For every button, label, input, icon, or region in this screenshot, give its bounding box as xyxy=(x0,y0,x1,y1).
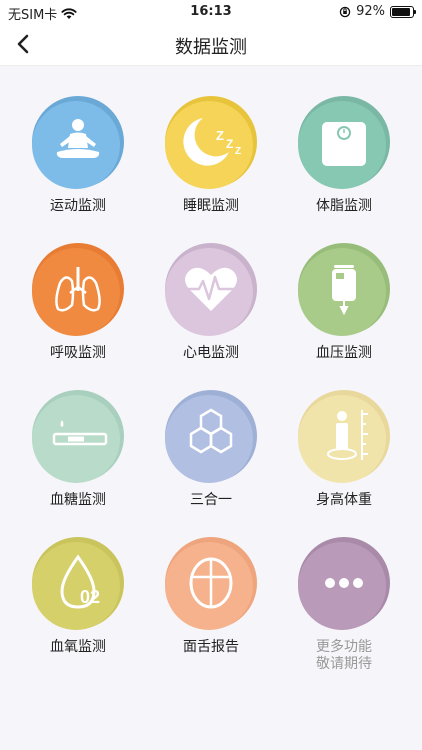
tongue-icon xyxy=(189,557,233,609)
tile-circle xyxy=(32,243,124,336)
monitor-tile-8[interactable]: 三合一 xyxy=(145,390,277,509)
tile-circle xyxy=(165,390,257,483)
nav-bar: 数据监测 xyxy=(0,24,422,66)
tile-label: 更多功能 敬请期待 xyxy=(316,639,372,672)
tile-circle xyxy=(298,390,390,483)
tile-label: 面舌报告 xyxy=(183,639,239,655)
monitor-tile-11[interactable]: 面舌报告 xyxy=(145,537,277,656)
tile-label: 运动监测 xyxy=(50,198,106,214)
svg-text:Z: Z xyxy=(235,146,241,157)
lungs-icon xyxy=(55,267,101,312)
tile-circle xyxy=(298,96,390,189)
monitor-tile-5[interactable]: 心电监测 xyxy=(145,243,277,362)
monitor-tile-12[interactable]: 更多功能 敬请期待 xyxy=(278,537,410,673)
tile-circle xyxy=(165,537,257,630)
scale-icon xyxy=(322,122,366,166)
monitor-tile-4[interactable]: 呼吸监测 xyxy=(12,243,144,362)
monitor-tile-6[interactable]: 血压监测 xyxy=(278,243,410,362)
status-battery-area: 92% xyxy=(339,4,416,19)
tile-label: 三合一 xyxy=(190,492,232,508)
tile-label: 血糖监测 xyxy=(50,492,106,508)
tile-label: 心电监测 xyxy=(183,345,239,361)
tile-label: 血氧监测 xyxy=(50,639,106,655)
glucose-strip-icon xyxy=(52,420,108,446)
meditation-icon xyxy=(56,119,100,158)
page-title: 数据监测 xyxy=(175,37,247,58)
monitor-tile-10[interactable]: 02 血氧监测 xyxy=(12,537,144,656)
monitor-tile-3[interactable]: 体脂监测 xyxy=(278,96,410,215)
tile-label: 体脂监测 xyxy=(316,198,372,214)
hexagons-icon xyxy=(189,408,233,454)
orientation-lock-icon xyxy=(339,6,351,17)
tile-circle xyxy=(298,537,390,630)
more-dots-icon xyxy=(325,578,363,588)
heart-ecg-icon xyxy=(185,267,237,311)
status-bar: 无SIM卡 16:13 92% xyxy=(0,0,422,24)
battery-icon xyxy=(390,5,416,18)
tile-label: 身高体重 xyxy=(316,492,372,508)
tile-circle xyxy=(32,390,124,483)
tile-label: 睡眠监测 xyxy=(183,198,239,214)
monitor-tile-1[interactable]: 运动监测 xyxy=(12,96,144,215)
height-measure-icon xyxy=(327,410,368,460)
moon-sleep-icon: Z Z Z xyxy=(183,118,241,166)
svg-text:Z: Z xyxy=(226,137,233,151)
tile-circle xyxy=(32,96,124,189)
tile-circle: 02 xyxy=(32,537,124,630)
monitor-tile-7[interactable]: 血糖监测 xyxy=(12,390,144,509)
tile-label: 血压监测 xyxy=(316,345,372,361)
svg-text:Z: Z xyxy=(216,128,224,143)
tile-label: 呼吸监测 xyxy=(50,345,106,361)
o2-drop-icon: 02 xyxy=(60,554,100,609)
iv-bag-icon xyxy=(332,265,356,316)
tile-circle xyxy=(165,243,257,336)
svg-text:02: 02 xyxy=(80,587,100,607)
monitor-tile-2[interactable]: Z Z Z 睡眠监测 xyxy=(145,96,277,215)
tile-circle xyxy=(298,243,390,336)
monitor-tile-9[interactable]: 身高体重 xyxy=(278,390,410,509)
tile-circle: Z Z Z xyxy=(165,96,257,189)
battery-percent: 92% xyxy=(356,4,385,19)
